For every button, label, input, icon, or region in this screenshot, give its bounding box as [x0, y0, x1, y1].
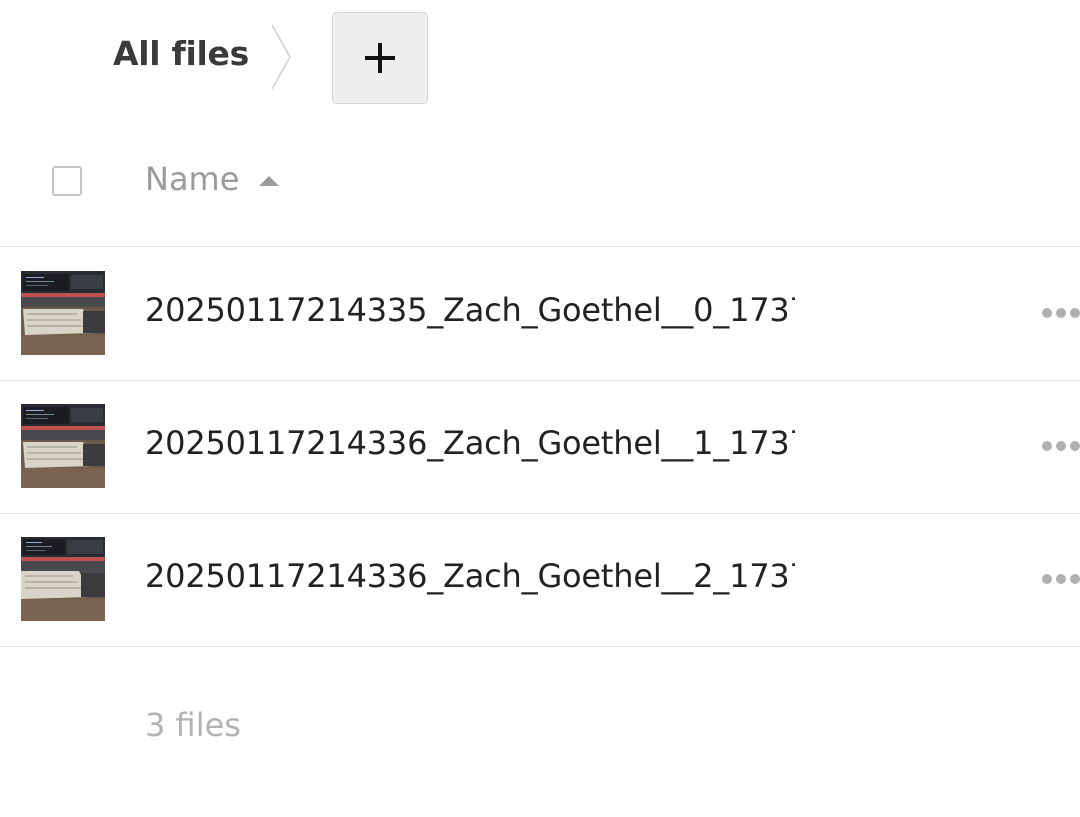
file-thumbnail [21, 271, 105, 355]
file-count-summary: 3 files [145, 706, 241, 744]
file-name[interactable]: 20250117214336_Zach_Goethel__1_1737123 [145, 424, 795, 462]
file-thumbnail [21, 404, 105, 488]
files-app: All files Name 20250117214335_Zach_Goeth… [0, 0, 1080, 817]
name-column-header[interactable]: Name [145, 160, 239, 198]
chevron-right-icon [271, 24, 291, 90]
select-all-checkbox[interactable] [52, 166, 82, 196]
file-list-header: Name [0, 120, 1080, 247]
file-thumbnail [21, 537, 105, 621]
new-file-button[interactable] [332, 12, 428, 104]
sort-ascending-icon[interactable] [258, 174, 280, 188]
file-name[interactable]: 20250117214335_Zach_Goethel__0_1737123 [145, 291, 795, 329]
file-row[interactable]: 20250117214336_Zach_Goethel__1_1737123 [0, 380, 1080, 514]
file-row[interactable]: 20250117214336_Zach_Goethel__2_1737123 [0, 513, 1080, 647]
more-actions-icon[interactable] [1035, 297, 1080, 329]
file-row[interactable]: 20250117214335_Zach_Goethel__0_1737123 [0, 247, 1080, 381]
plus-icon [365, 43, 395, 73]
breadcrumb-all-files[interactable]: All files [113, 34, 249, 73]
more-actions-icon[interactable] [1035, 563, 1080, 595]
file-name[interactable]: 20250117214336_Zach_Goethel__2_1737123 [145, 557, 795, 595]
more-actions-icon[interactable] [1035, 430, 1080, 462]
